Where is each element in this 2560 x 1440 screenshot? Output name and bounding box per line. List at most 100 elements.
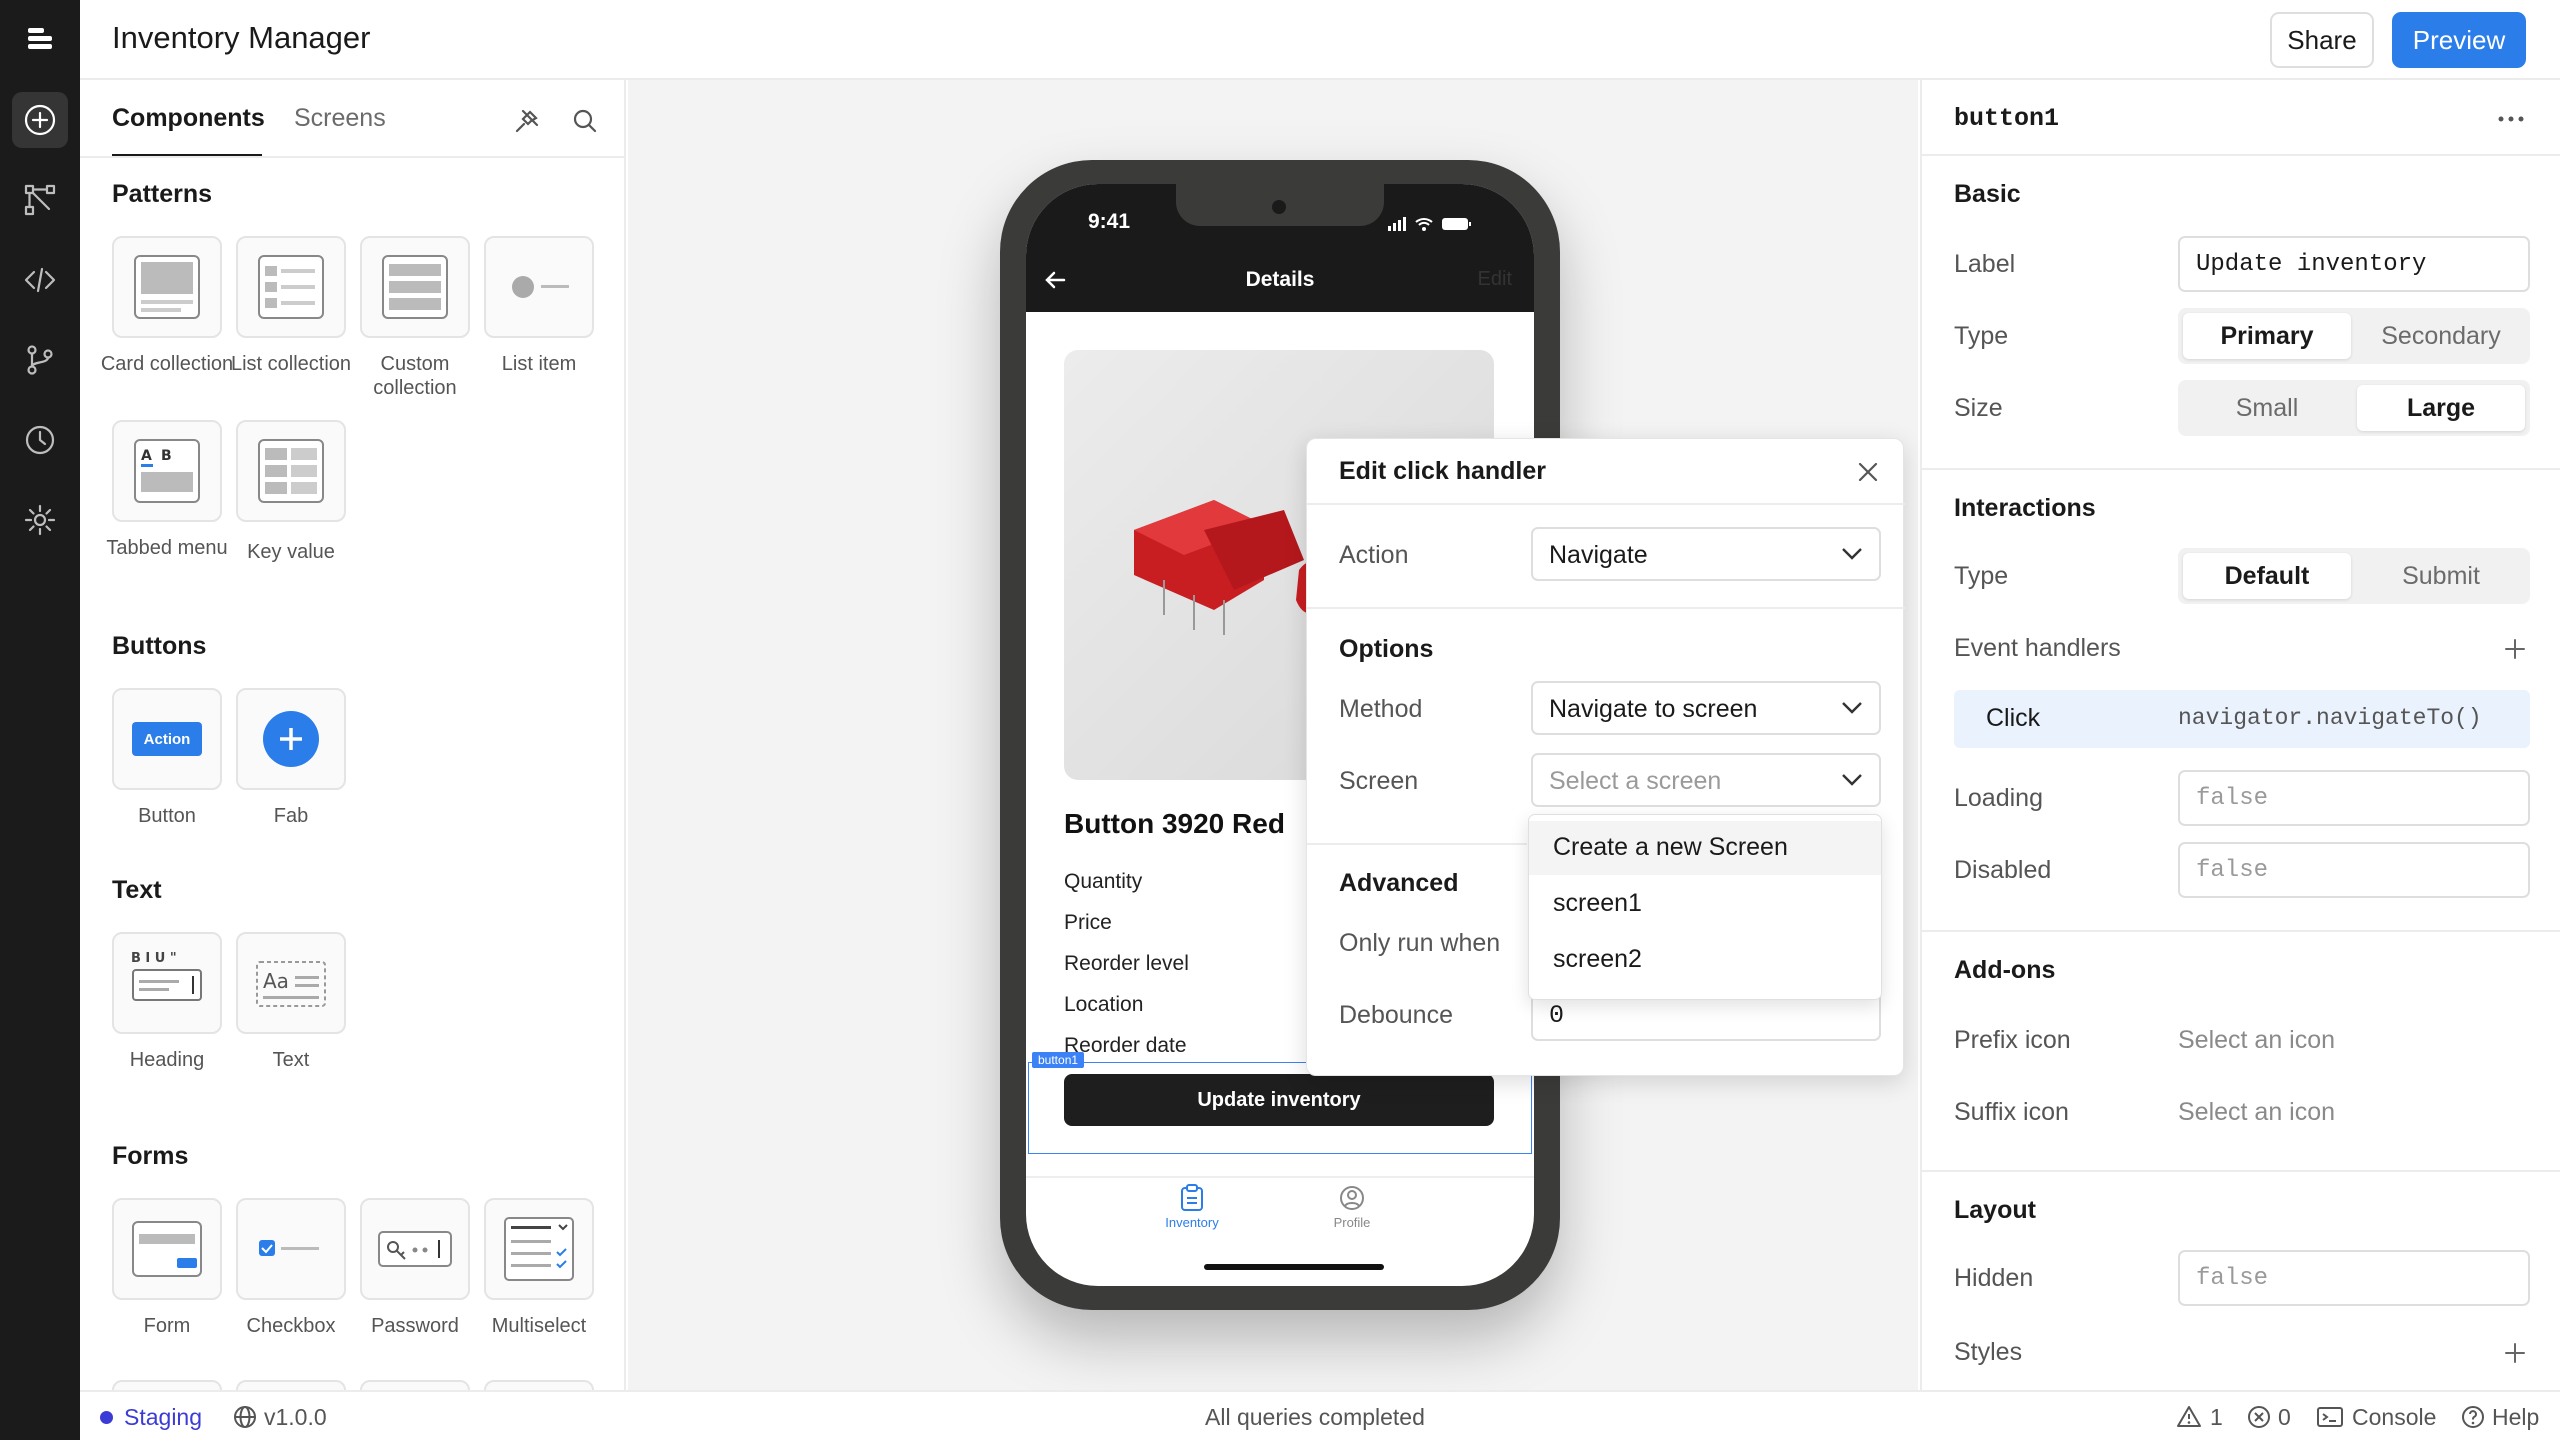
globe-icon	[234, 1406, 256, 1428]
method-select-value: Navigate to screen	[1549, 695, 1758, 723]
debounce-label: Debounce	[1339, 1001, 1453, 1029]
popover-title: Edit click handler	[1339, 457, 1547, 485]
env-name[interactable]: Staging	[124, 1404, 202, 1431]
settings-icon[interactable]	[18, 498, 62, 542]
svg-text:B I U ": B I U "	[131, 951, 177, 966]
interaction-type-label: Type	[1954, 562, 2009, 590]
add-style-icon[interactable]	[2502, 1340, 2528, 1366]
divider	[1922, 930, 2560, 932]
disabled-input[interactable]: false	[2178, 842, 2530, 898]
method-label: Method	[1339, 695, 1423, 723]
env-status-dot	[100, 1411, 113, 1424]
tile-more[interactable]	[236, 1380, 346, 1390]
itype-submit[interactable]: Submit	[2357, 553, 2525, 599]
update-inventory-button[interactable]: Update inventory	[1064, 1074, 1494, 1126]
hidden-input[interactable]: false	[2178, 1250, 2530, 1306]
help-button[interactable]: Help	[2492, 1404, 2539, 1431]
tile-label: Text	[272, 1049, 310, 1071]
section-buttons: Buttons	[112, 632, 207, 660]
tile-more[interactable]	[360, 1380, 470, 1390]
action-select-value: Navigate	[1549, 541, 1648, 569]
more-options-icon[interactable]	[2496, 114, 2526, 124]
label-input[interactable]: Update inventory	[2178, 236, 2530, 292]
flow-icon[interactable]	[18, 178, 62, 222]
tile-form[interactable]	[112, 1198, 222, 1300]
nav-edit-button[interactable]: Edit	[1478, 268, 1512, 291]
pin-icon[interactable]	[512, 106, 542, 136]
itype-default[interactable]: Default	[2183, 553, 2351, 599]
preview-button[interactable]: Preview	[2392, 12, 2526, 68]
console-button[interactable]: Console	[2352, 1404, 2436, 1431]
size-large[interactable]: Large	[2357, 385, 2525, 431]
tile-card-collection[interactable]	[112, 236, 222, 338]
dropdown-item-screen1[interactable]: screen1	[1529, 877, 1881, 931]
section-patterns: Patterns	[112, 180, 213, 208]
code-icon[interactable]	[18, 258, 62, 302]
field-label: Price	[1064, 911, 1112, 934]
tile-key-value[interactable]	[236, 420, 346, 522]
action-label: Action	[1339, 541, 1409, 569]
status-bar: Staging v1.0.0 All queries completed 1 0…	[80, 1390, 2560, 1440]
add-handler-icon[interactable]	[2502, 636, 2528, 662]
tab-screens[interactable]: Screens	[294, 104, 386, 133]
field-label: Reorder level	[1064, 952, 1189, 975]
tabs-divider	[80, 156, 624, 158]
component-name: button1	[1954, 104, 2060, 133]
action-button-preview: Action	[132, 722, 202, 756]
type-label: Type	[1954, 322, 2009, 350]
properties-panel: button1 Basic Label Update inventory Typ…	[1920, 80, 2560, 1390]
close-icon[interactable]	[1855, 459, 1881, 485]
handler-row-click[interactable]: Click navigator.navigateTo()	[1954, 690, 2530, 748]
tile-list-item[interactable]	[484, 236, 594, 338]
method-select[interactable]: Navigate to screen	[1531, 681, 1881, 735]
tile-more[interactable]	[484, 1380, 594, 1390]
tile-custom-collection[interactable]	[360, 236, 470, 338]
tile-text[interactable]: Aa	[236, 932, 346, 1034]
help-icon[interactable]	[2460, 1404, 2486, 1430]
type-primary[interactable]: Primary	[2183, 313, 2351, 359]
selection-tag: button1	[1032, 1052, 1085, 1068]
tile-password[interactable]	[360, 1198, 470, 1300]
loading-input[interactable]: false	[2178, 770, 2530, 826]
tab-components[interactable]: Components	[112, 104, 265, 133]
version[interactable]: v1.0.0	[264, 1404, 327, 1431]
suffix-icon-select[interactable]: Select an icon	[2178, 1098, 2335, 1127]
styles-label: Styles	[1954, 1338, 2023, 1366]
error-icon[interactable]	[2246, 1404, 2272, 1430]
section-text: Text	[112, 876, 162, 904]
type-secondary[interactable]: Secondary	[2357, 313, 2525, 359]
tile-list-collection[interactable]	[236, 236, 346, 338]
warning-icon[interactable]	[2176, 1404, 2202, 1430]
history-icon[interactable]	[18, 418, 62, 462]
tile-more[interactable]	[112, 1380, 222, 1390]
queries-status: All queries completed	[1205, 1404, 1425, 1430]
tile-tabbed-menu[interactable]: AB	[112, 420, 222, 522]
tab-inventory[interactable]: Inventory	[1132, 1184, 1252, 1230]
add-component-icon[interactable]	[12, 92, 68, 148]
tab-profile[interactable]: Profile	[1292, 1184, 1412, 1230]
divider	[1307, 607, 1905, 609]
tile-heading[interactable]: B I U "	[112, 932, 222, 1034]
app-title: Inventory Manager	[112, 20, 371, 55]
chevron-down-icon	[1842, 702, 1862, 714]
tile-label: Tabbed menu	[106, 537, 228, 559]
screen-dropdown-menu: Create a new Screen screen1 screen2	[1528, 814, 1882, 1000]
label-label: Label	[1954, 250, 2016, 278]
logo-icon[interactable]	[18, 18, 62, 62]
prefix-icon-select[interactable]: Select an icon	[2178, 1026, 2335, 1055]
tile-checkbox[interactable]	[236, 1198, 346, 1300]
size-small[interactable]: Small	[2183, 385, 2351, 431]
tile-button[interactable]: Action	[112, 688, 222, 790]
tile-multiselect[interactable]	[484, 1198, 594, 1300]
tile-fab[interactable]	[236, 688, 346, 790]
search-icon[interactable]	[570, 106, 600, 136]
action-select[interactable]: Navigate	[1531, 527, 1881, 581]
branch-icon[interactable]	[18, 338, 62, 382]
dropdown-item-screen2[interactable]: screen2	[1529, 933, 1881, 987]
share-button[interactable]: Share	[2270, 12, 2374, 68]
prefix-icon-label: Prefix icon	[1954, 1026, 2071, 1054]
dropdown-item-create-screen[interactable]: Create a new Screen	[1529, 821, 1881, 875]
nav-title: Details	[1245, 268, 1315, 291]
console-icon[interactable]	[2316, 1404, 2344, 1430]
screen-select[interactable]: Select a screen	[1531, 753, 1881, 807]
